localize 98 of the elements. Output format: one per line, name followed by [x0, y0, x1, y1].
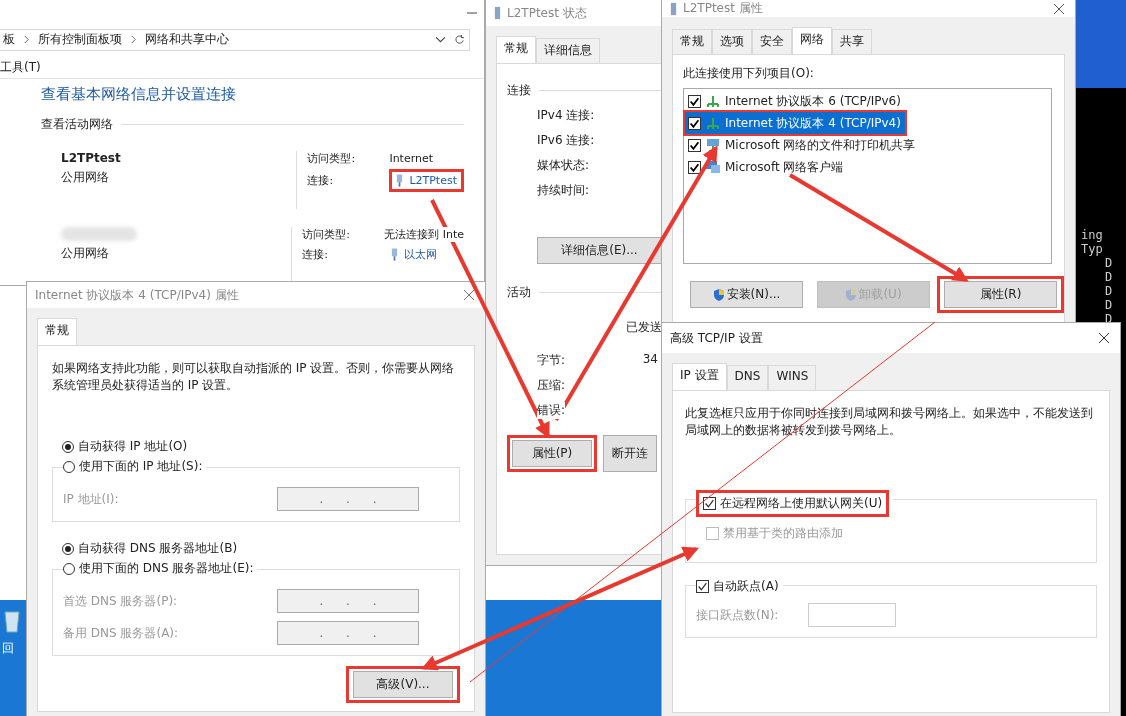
window-title: Internet 协议版本 4 (TCP/IPv4) 属性: [35, 286, 239, 304]
tab[interactable]: 常规: [37, 318, 77, 345]
input-field[interactable]: [808, 603, 897, 627]
network-type: 公用网络: [61, 245, 110, 262]
ip-address-field[interactable]: . . .: [277, 487, 419, 511]
radio-button[interactable]: [63, 562, 75, 575]
section-title: 查看活动网络: [41, 116, 113, 133]
radio-button[interactable]: [62, 542, 74, 555]
dropdown-icon[interactable]: [435, 34, 446, 46]
recycle-bin-icon[interactable]: [2, 608, 22, 634]
computer-icon: [705, 138, 721, 152]
connection-icon: [494, 6, 501, 20]
address-bar[interactable]: 板 所有控制面板项 网络和共享中心: [0, 28, 470, 51]
checkbox[interactable]: [688, 116, 701, 130]
network-name: L2TPtest: [61, 151, 122, 165]
radio-button[interactable]: [62, 440, 74, 453]
breadcrumb-item[interactable]: 网络和共享中心: [145, 31, 229, 49]
description-text: 此复选框只应用于你同时连接到局域网和拨号网络上。如果选中，不能发送到局域网上的数据将被转发到拨号网络上。: [685, 405, 1094, 439]
console-text: D: [1105, 256, 1113, 270]
install-button[interactable]: 安装(N)...: [690, 281, 803, 308]
tab[interactable]: 选项: [712, 29, 752, 54]
computer-icon: [705, 160, 721, 174]
list-item[interactable]: Microsoft 网络的文件和打印机共享: [685, 134, 1050, 156]
window-title: L2TPtest 状态: [507, 4, 587, 22]
disconnect-button[interactable]: 断开连: [603, 435, 657, 472]
field-label: 压缩:: [537, 377, 566, 394]
field-value: 无法连接到 Inte: [384, 227, 464, 242]
details-button[interactable]: 详细信息(E)...: [537, 237, 662, 264]
close-icon[interactable]: [1098, 332, 1110, 344]
connection-link[interactable]: L2TPtest: [409, 174, 457, 187]
refresh-icon[interactable]: [454, 34, 465, 46]
console-text: D: [1105, 298, 1113, 312]
tab[interactable]: 安全: [752, 29, 792, 54]
tab[interactable]: 常规: [672, 29, 712, 54]
checkbox[interactable]: [688, 160, 701, 174]
network-icon: [705, 94, 721, 108]
list-item[interactable]: Internet 协议版本 6 (TCP/IPv6): [685, 90, 1050, 112]
advanced-button[interactable]: 高级(V)...: [353, 671, 453, 698]
tab[interactable]: 常规: [496, 36, 536, 63]
radio-label[interactable]: 自动获得 IP 地址(O): [78, 438, 188, 455]
ip-address-field[interactable]: . . .: [277, 621, 419, 645]
menu-item[interactable]: 工具(T): [0, 58, 41, 76]
field-value: Internet: [389, 152, 434, 165]
network-icon: [705, 116, 721, 130]
field-label: 访问类型:: [307, 151, 357, 166]
close-icon[interactable]: [1053, 2, 1065, 15]
properties-button[interactable]: 属性(R): [944, 281, 1057, 308]
console-text: D: [1105, 270, 1113, 284]
console-text: D: [1105, 284, 1113, 298]
properties-button[interactable]: 属性(P): [512, 440, 592, 467]
radio-button[interactable]: [63, 460, 75, 473]
field-label: 连接:: [302, 247, 329, 262]
tab[interactable]: WINS: [768, 365, 817, 390]
page-heading: 查看基本网络信息并设置连接: [41, 85, 237, 104]
field-label: 持续时间:: [537, 182, 591, 199]
connection-icon: [396, 174, 404, 187]
checkbox[interactable]: [696, 580, 709, 593]
checkbox[interactable]: [703, 497, 716, 510]
tab[interactable]: 详细信息: [536, 38, 600, 63]
group-title: 活动: [507, 284, 531, 301]
tab[interactable]: 共享: [832, 29, 872, 54]
breadcrumb-item[interactable]: 所有控制面板项: [38, 31, 122, 49]
connection-icon: [670, 1, 677, 16]
connection-icon: [391, 248, 399, 261]
network-type: 公用网络: [61, 169, 110, 186]
group-title: 连接: [507, 82, 531, 99]
list-label: 此连接使用下列项目(O):: [683, 65, 815, 82]
column-header: 已发送: [626, 319, 662, 336]
field-label: 媒体状态:: [537, 157, 591, 174]
tab[interactable]: DNS: [726, 365, 769, 390]
chevron-icon: [23, 35, 30, 45]
field-label: 备用 DNS 服务器(A):: [63, 624, 180, 642]
connection-link[interactable]: 以太网: [404, 247, 438, 262]
field-label: 字节:: [537, 352, 566, 369]
field-value: 34: [642, 352, 658, 368]
desktop-icon-label[interactable]: 回: [2, 640, 14, 657]
ip-address-field[interactable]: . . .: [277, 589, 419, 613]
description-text: 如果网络支持此功能，则可以获取自动指派的 IP 设置。否则，你需要从网络系统管理员处获得适当的 IP 设置。: [52, 360, 456, 394]
window-title: 高级 TCP/IP 设置: [670, 329, 763, 347]
field-label: IPv4 连接:: [537, 107, 596, 124]
tab[interactable]: 网络: [792, 27, 832, 54]
console-text: ing Typ: [1081, 228, 1104, 256]
field-label: 接口跃点数(N):: [696, 606, 779, 624]
checkbox[interactable]: [688, 94, 701, 108]
list-item[interactable]: Microsoft 网络客户端: [685, 156, 1050, 178]
checkbox[interactable]: [688, 138, 701, 152]
chevron-icon: [130, 35, 137, 45]
tab[interactable]: IP 设置: [672, 363, 727, 390]
field-label: 访问类型:: [302, 227, 351, 242]
field-label: 连接:: [307, 173, 335, 188]
field-label: 错误:: [537, 402, 566, 419]
selected-list-item[interactable]: Internet 协议版本 4 (TCP/IPv4): [685, 112, 905, 134]
field-label: 首选 DNS 服务器(P):: [63, 592, 179, 610]
window-title: L2TPtest 属性: [683, 0, 763, 17]
field-label: IPv6 连接:: [537, 132, 596, 149]
breadcrumb-item[interactable]: 板: [3, 31, 15, 49]
field-label: IP 地址(I):: [63, 490, 120, 508]
radio-label[interactable]: 自动获得 DNS 服务器地址(B): [78, 540, 238, 557]
